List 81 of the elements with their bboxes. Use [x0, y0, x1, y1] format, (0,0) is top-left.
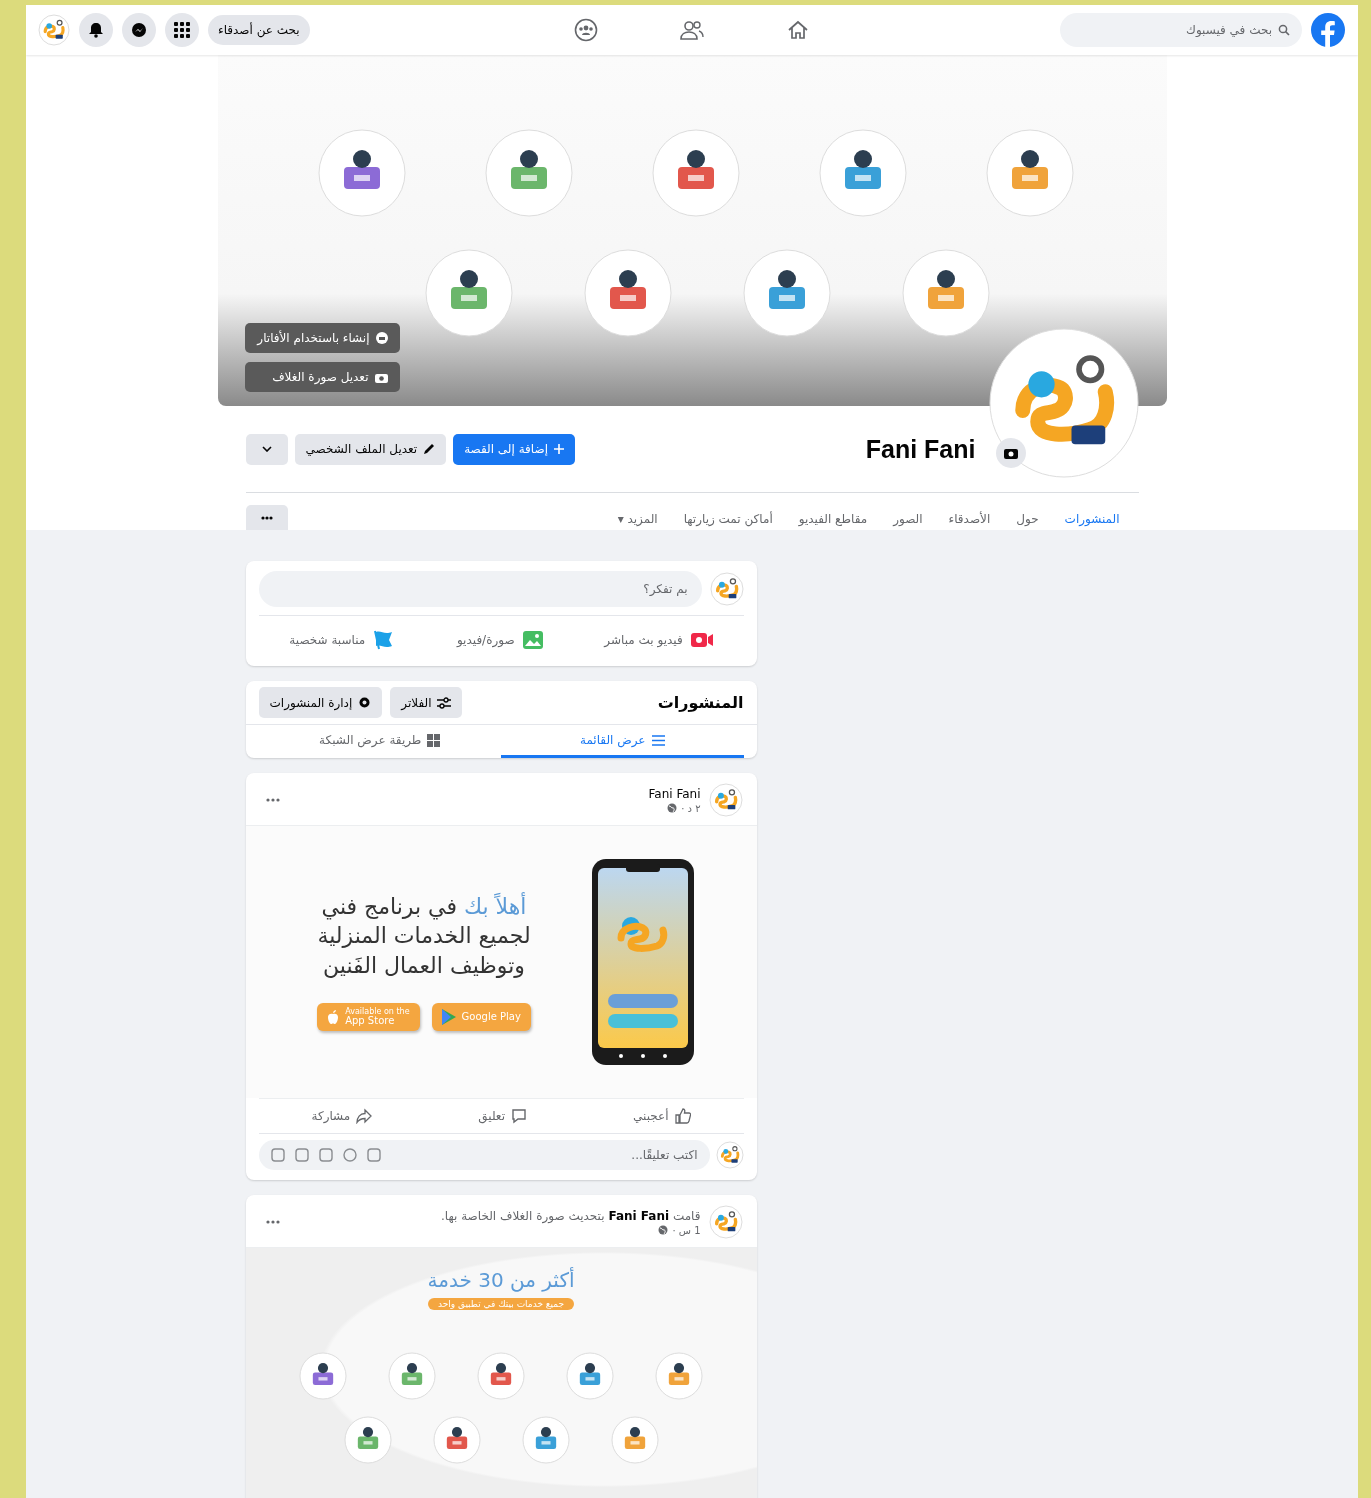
like-button[interactable]: أعجبني — [615, 1103, 709, 1129]
illustration-circle — [297, 1350, 349, 1402]
view-tab[interactable]: طريقة عرض الشبكة — [258, 725, 501, 758]
list-icon — [651, 734, 665, 746]
find-friends-button[interactable]: بحث عن أصدقاء — [208, 15, 310, 45]
photo-icon — [522, 631, 543, 649]
search-field[interactable]: بحث في فيسبوك — [1060, 13, 1302, 47]
post-input-field[interactable]: بم تفكر؟ — [258, 571, 702, 607]
promo-headline: أهلاً بك في برنامج فني — [321, 892, 527, 921]
speech-bubble-icon — [511, 1108, 527, 1124]
bell-button[interactable] — [79, 13, 113, 47]
comment-field[interactable]: اكتب تعليقًا... — [258, 1140, 710, 1170]
edit-cover-button[interactable]: تعديل صورة الغلاف — [244, 362, 400, 392]
grid-icon — [427, 733, 441, 747]
share-button[interactable]: مشاركة — [293, 1103, 391, 1129]
gear-icon — [358, 696, 372, 709]
profile-tab[interactable]: الصور — [880, 512, 936, 530]
illustration-circle — [430, 1414, 483, 1466]
illustration-circle — [608, 1414, 661, 1466]
ellipsis-icon — [265, 798, 280, 802]
grid-menu-icon — [174, 22, 190, 38]
promo-title: أكثر من 30 خدمة — [427, 1268, 575, 1292]
bell-icon — [88, 22, 104, 38]
comment-button[interactable]: تعليق — [460, 1103, 545, 1129]
promo-headline: وتوظيف العمال الفَنين — [323, 951, 525, 980]
more-options-button[interactable] — [245, 505, 288, 530]
view-tab[interactable]: عرض القائمة — [501, 725, 744, 758]
section-title: المنشورات — [657, 693, 744, 712]
profile-tab[interactable]: أماكن تمت زيارتها — [670, 512, 786, 530]
profile-tab[interactable]: المزيد ▾ — [604, 512, 671, 530]
profile-name: Fani Fani — [865, 434, 976, 464]
profile-avatar[interactable] — [715, 1141, 744, 1169]
people-icon[interactable] — [679, 19, 705, 41]
chevron-down-icon — [261, 446, 272, 452]
add-to-story-button[interactable]: إضافة إلى القصة — [453, 433, 576, 465]
profile-tab[interactable]: مقاطع الفيديو — [785, 512, 881, 530]
illustration-circle — [519, 1414, 572, 1466]
camera-button[interactable] — [995, 438, 1026, 468]
menu-button[interactable] — [165, 13, 199, 47]
edit-profile-button[interactable]: تعديل الملف الشخصي — [294, 433, 447, 465]
profile-avatar[interactable] — [709, 572, 744, 606]
video-camera-icon — [690, 632, 713, 648]
illustration-circle — [653, 1350, 705, 1402]
profile-picture[interactable] — [988, 328, 1139, 478]
messenger-icon — [131, 22, 147, 38]
filters-button[interactable]: الفلاتر — [390, 687, 463, 718]
promo-tagline: جميع خدمات بيتك في تطبيق واحد — [427, 1298, 575, 1310]
profile-tab[interactable]: حول — [1003, 512, 1052, 530]
sliders-icon — [437, 696, 452, 709]
manage-button[interactable]: إدارة المنشورات — [258, 687, 383, 718]
apple-icon — [327, 1010, 340, 1025]
facebook-logo-icon[interactable] — [1310, 12, 1346, 48]
plus-icon — [554, 444, 565, 454]
post-headline: Fani Fani — [648, 786, 701, 801]
home-icon[interactable] — [786, 19, 810, 41]
illustration-circle — [475, 1350, 527, 1402]
profile-avatar[interactable] — [708, 783, 743, 817]
profile-tab[interactable]: الأصدقاء — [935, 512, 1004, 530]
illustration-circle — [564, 1350, 616, 1402]
avatar-button[interactable]: إنشاء باستخدام الأفاتار — [244, 323, 400, 353]
ellipsis-icon — [260, 515, 273, 520]
composer-action[interactable]: صورة/فيديو — [440, 624, 559, 656]
share-arrow-icon — [356, 1108, 373, 1124]
promo-headline: لجميع الخدمات المنزلية — [317, 922, 531, 950]
profile-tab[interactable]: المنشورات — [1051, 512, 1133, 530]
play-triangle-icon — [441, 1009, 456, 1026]
composer-action[interactable]: فيديو بث مباشر — [588, 624, 729, 656]
post-time: 1 س · — [672, 1224, 701, 1236]
composer-action[interactable]: مناسبة شخصية — [273, 624, 412, 656]
ellipsis-icon — [265, 1220, 280, 1224]
thumbs-up-icon — [674, 1108, 691, 1124]
profile-avatar[interactable] — [708, 1205, 743, 1239]
globe-icon — [658, 1225, 669, 1235]
illustration-circle — [341, 1414, 394, 1466]
group-icon[interactable] — [574, 18, 598, 42]
profile-avatar[interactable] — [38, 14, 70, 46]
post-time: ٢ د · — [681, 802, 701, 814]
messenger-button[interactable] — [122, 13, 156, 47]
pencil-icon — [423, 443, 436, 455]
illustration-circle — [386, 1350, 438, 1402]
globe-icon — [667, 803, 678, 813]
